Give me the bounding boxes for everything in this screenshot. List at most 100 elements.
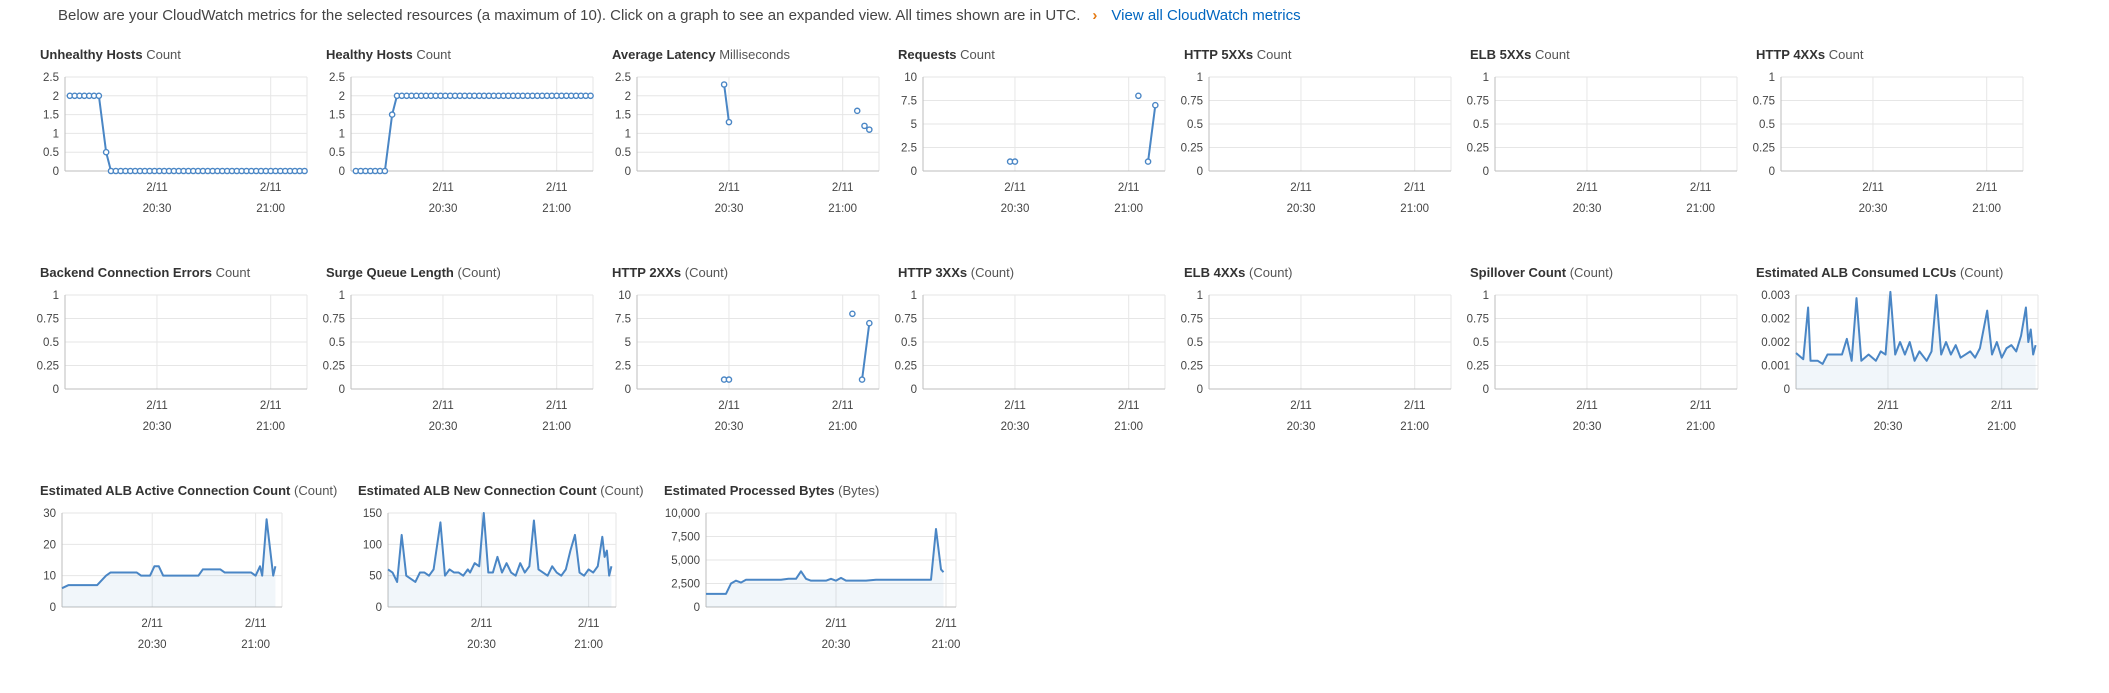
x-tick-sublabel: 21:00 xyxy=(932,639,961,651)
y-tick-label: 1 xyxy=(53,290,59,302)
y-tick-label: 2 xyxy=(53,91,59,103)
chart-plot: 0 0.25 0.5 0.75 1 2/11 20:30 2/11 21:00 xyxy=(1181,72,1452,215)
data-point xyxy=(301,167,308,175)
y-tick-label: 0 xyxy=(625,384,631,396)
x-tick-label: 2/11 xyxy=(1877,400,1899,412)
x-tick-label: 2/11 xyxy=(1118,182,1140,194)
chart-title-unit: Milliseconds xyxy=(719,47,791,62)
y-tick-label: 0 xyxy=(1197,384,1203,396)
y-tick-label: 0.75 xyxy=(1181,314,1203,326)
x-tick-sublabel: 20:30 xyxy=(1859,203,1888,215)
chart-title: Estimated ALB New Connection Count (Coun… xyxy=(358,483,644,498)
y-tick-label: 1 xyxy=(1769,72,1775,84)
x-tick-label: 2/11 xyxy=(260,182,282,194)
x-tick-label: 2/11 xyxy=(825,618,847,630)
y-tick-label: 0.001 xyxy=(1761,361,1790,373)
x-tick-label: 2/11 xyxy=(1404,400,1426,412)
y-tick-label: 20 xyxy=(43,539,56,551)
y-tick-label: 0 xyxy=(1197,166,1203,178)
y-tick-label: 0.5 xyxy=(329,337,345,349)
y-tick-label: 0.25 xyxy=(37,361,59,373)
x-tick-sublabel: 21:00 xyxy=(241,639,270,651)
x-tick-sublabel: 20:30 xyxy=(143,421,172,433)
y-tick-label: 0 xyxy=(53,384,59,396)
chart-plot: 0 0.5 1 1.5 2 2.5 2/11 20:30 2/11 21:00 xyxy=(615,72,880,215)
series-line xyxy=(1795,290,2037,365)
y-tick-label: 2.5 xyxy=(329,72,345,84)
chart-title-metric: HTTP 5XXs xyxy=(1184,47,1254,62)
chart-title-unit: Count xyxy=(1828,47,1864,62)
y-tick-label: 1 xyxy=(339,128,345,140)
y-tick-label: 1 xyxy=(1483,72,1489,84)
x-tick-sublabel: 21:00 xyxy=(1114,203,1143,215)
y-tick-label: 2 xyxy=(625,91,631,103)
y-tick-label: 0.75 xyxy=(1467,96,1489,108)
x-tick-sublabel: 21:00 xyxy=(1686,203,1715,215)
y-tick-label: 10 xyxy=(43,571,56,583)
chart-title-metric: Requests xyxy=(898,47,957,62)
y-tick-label: 7.5 xyxy=(901,96,917,108)
chart-title-unit: (Bytes) xyxy=(838,483,880,498)
x-tick-label: 2/11 xyxy=(1404,182,1426,194)
y-tick-label: 7.5 xyxy=(615,314,631,326)
y-tick-label: 5,000 xyxy=(671,555,700,567)
chart-title-unit: Count xyxy=(960,47,995,62)
chart-title: HTTP 5XXs Count xyxy=(1184,47,1291,62)
y-tick-label: 0.75 xyxy=(1181,96,1203,108)
y-tick-label: 1 xyxy=(1197,290,1203,302)
chart-title: ELB 5XXs Count xyxy=(1470,47,1570,62)
chart-title-metric: ELB 5XXs xyxy=(1470,47,1532,62)
x-tick-sublabel: 21:00 xyxy=(1400,203,1429,215)
y-tick-label: 2 xyxy=(339,91,345,103)
data-point xyxy=(1011,158,1019,165)
series-line xyxy=(861,323,871,380)
chart-title-unit: Count xyxy=(146,47,181,62)
view-all-metrics-link[interactable]: View all CloudWatch metrics xyxy=(1111,7,1300,24)
chart-title-metric: Spillover Count xyxy=(1470,265,1567,280)
y-tick-label: 0.75 xyxy=(1753,96,1775,108)
y-tick-label: 2.5 xyxy=(615,72,631,84)
y-tick-label: 5 xyxy=(625,337,631,349)
x-tick-sublabel: 20:30 xyxy=(138,639,167,651)
y-tick-label: 0 xyxy=(53,166,59,178)
chart-plot: 0 0.5 1 1.5 2 2.5 2/11 20:30 2/11 21:00 xyxy=(43,72,308,215)
y-tick-label: 50 xyxy=(369,571,382,583)
x-tick-label: 2/11 xyxy=(1690,182,1712,194)
series-area xyxy=(62,519,276,607)
chart-plot: 0 0.25 0.5 0.75 1 2/11 20:30 2/11 21:00 xyxy=(1467,72,1738,215)
y-tick-label: 1 xyxy=(53,128,59,140)
y-tick-label: 0.5 xyxy=(1187,119,1203,131)
x-tick-sublabel: 21:00 xyxy=(1972,203,2001,215)
y-tick-label: 0.5 xyxy=(615,147,631,159)
chart-title: Healthy Hosts Count xyxy=(326,47,451,62)
chart-title: HTTP 4XXs Count xyxy=(1756,47,1863,62)
data-point xyxy=(95,92,103,100)
x-tick-label: 2/11 xyxy=(1976,182,1998,194)
chart-title: Backend Connection Errors Count xyxy=(40,265,250,280)
chart-title: Surge Queue Length (Count) xyxy=(326,265,501,280)
x-tick-sublabel: 20:30 xyxy=(1001,203,1030,215)
chart-plot: 0 50 100 150 2/11 20:30 2/11 21:00 xyxy=(363,508,617,651)
x-tick-sublabel: 21:00 xyxy=(542,421,571,433)
y-tick-label: 0.25 xyxy=(895,361,917,373)
y-tick-label: 1 xyxy=(911,290,917,302)
x-tick-sublabel: 21:00 xyxy=(1114,421,1143,433)
chart-title-unit: (Count) xyxy=(1959,265,2004,280)
chart-plot: 0 0.25 0.5 0.75 1 2/11 20:30 2/11 21:00 xyxy=(1753,72,2024,215)
chart-title: Average Latency Milliseconds xyxy=(612,47,790,62)
x-tick-label: 2/11 xyxy=(471,618,493,630)
x-tick-label: 2/11 xyxy=(146,182,168,194)
y-tick-label: 0.25 xyxy=(1467,361,1489,373)
chart-title: Spillover Count (Count) xyxy=(1470,265,1613,280)
intro-text: Below are your CloudWatch metrics for th… xyxy=(58,6,1081,24)
data-point xyxy=(720,81,728,88)
y-tick-label: 1 xyxy=(1197,72,1203,84)
chart-title-metric: HTTP 2XXs xyxy=(612,265,682,280)
x-tick-label: 2/11 xyxy=(546,182,568,194)
chart-title-unit: (Count) xyxy=(970,265,1015,280)
x-tick-label: 2/11 xyxy=(1862,182,1884,194)
x-tick-sublabel: 20:30 xyxy=(1287,203,1316,215)
y-tick-label: 0.25 xyxy=(1467,143,1489,155)
x-tick-label: 2/11 xyxy=(1690,400,1712,412)
y-tick-label: 2,500 xyxy=(671,579,700,591)
